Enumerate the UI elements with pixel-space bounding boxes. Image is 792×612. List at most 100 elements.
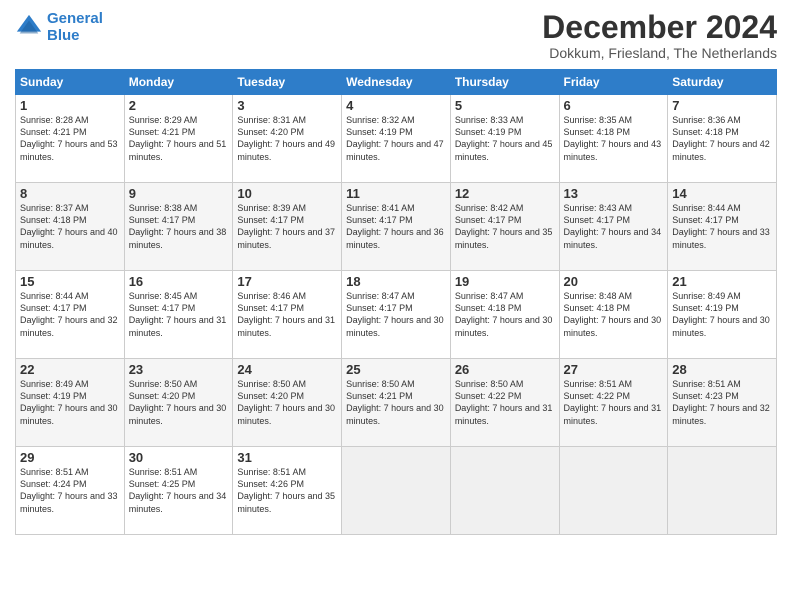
day-number: 13: [564, 186, 664, 201]
table-row: [450, 447, 559, 535]
title-block: December 2024 Dokkum, Friesland, The Net…: [542, 10, 777, 61]
table-row: 2 Sunrise: 8:29 AMSunset: 4:21 PMDayligh…: [124, 95, 233, 183]
cell-info: Sunrise: 8:50 AMSunset: 4:20 PMDaylight:…: [237, 379, 335, 425]
table-row: 4 Sunrise: 8:32 AMSunset: 4:19 PMDayligh…: [342, 95, 451, 183]
logo: General Blue: [15, 10, 103, 45]
header-thursday: Thursday: [450, 70, 559, 95]
table-row: 24 Sunrise: 8:50 AMSunset: 4:20 PMDaylig…: [233, 359, 342, 447]
day-number: 5: [455, 98, 555, 113]
day-number: 27: [564, 362, 664, 377]
day-number: 29: [20, 450, 120, 465]
table-row: 28 Sunrise: 8:51 AMSunset: 4:23 PMDaylig…: [668, 359, 777, 447]
day-number: 20: [564, 274, 664, 289]
calendar-table: Sunday Monday Tuesday Wednesday Thursday…: [15, 69, 777, 535]
table-row: 30 Sunrise: 8:51 AMSunset: 4:25 PMDaylig…: [124, 447, 233, 535]
cell-info: Sunrise: 8:50 AMSunset: 4:22 PMDaylight:…: [455, 379, 553, 425]
day-number: 31: [237, 450, 337, 465]
header-saturday: Saturday: [668, 70, 777, 95]
cell-info: Sunrise: 8:51 AMSunset: 4:24 PMDaylight:…: [20, 467, 118, 513]
cell-info: Sunrise: 8:36 AMSunset: 4:18 PMDaylight:…: [672, 115, 770, 161]
calendar-week-row: 1 Sunrise: 8:28 AMSunset: 4:21 PMDayligh…: [16, 95, 777, 183]
calendar-week-row: 22 Sunrise: 8:49 AMSunset: 4:19 PMDaylig…: [16, 359, 777, 447]
day-number: 19: [455, 274, 555, 289]
day-number: 9: [129, 186, 229, 201]
location-subtitle: Dokkum, Friesland, The Netherlands: [542, 45, 777, 61]
cell-info: Sunrise: 8:43 AMSunset: 4:17 PMDaylight:…: [564, 203, 662, 249]
day-number: 26: [455, 362, 555, 377]
cell-info: Sunrise: 8:33 AMSunset: 4:19 PMDaylight:…: [455, 115, 553, 161]
header-wednesday: Wednesday: [342, 70, 451, 95]
cell-info: Sunrise: 8:48 AMSunset: 4:18 PMDaylight:…: [564, 291, 662, 337]
table-row: 13 Sunrise: 8:43 AMSunset: 4:17 PMDaylig…: [559, 183, 668, 271]
cell-info: Sunrise: 8:31 AMSunset: 4:20 PMDaylight:…: [237, 115, 335, 161]
cell-info: Sunrise: 8:49 AMSunset: 4:19 PMDaylight:…: [20, 379, 118, 425]
table-row: 16 Sunrise: 8:45 AMSunset: 4:17 PMDaylig…: [124, 271, 233, 359]
day-number: 17: [237, 274, 337, 289]
cell-info: Sunrise: 8:47 AMSunset: 4:17 PMDaylight:…: [346, 291, 444, 337]
table-row: 31 Sunrise: 8:51 AMSunset: 4:26 PMDaylig…: [233, 447, 342, 535]
cell-info: Sunrise: 8:50 AMSunset: 4:21 PMDaylight:…: [346, 379, 444, 425]
day-number: 15: [20, 274, 120, 289]
day-number: 16: [129, 274, 229, 289]
day-number: 25: [346, 362, 446, 377]
table-row: 29 Sunrise: 8:51 AMSunset: 4:24 PMDaylig…: [16, 447, 125, 535]
day-number: 2: [129, 98, 229, 113]
table-row: 12 Sunrise: 8:42 AMSunset: 4:17 PMDaylig…: [450, 183, 559, 271]
table-row: [342, 447, 451, 535]
cell-info: Sunrise: 8:29 AMSunset: 4:21 PMDaylight:…: [129, 115, 227, 161]
cell-info: Sunrise: 8:41 AMSunset: 4:17 PMDaylight:…: [346, 203, 444, 249]
table-row: 5 Sunrise: 8:33 AMSunset: 4:19 PMDayligh…: [450, 95, 559, 183]
table-row: 22 Sunrise: 8:49 AMSunset: 4:19 PMDaylig…: [16, 359, 125, 447]
cell-info: Sunrise: 8:44 AMSunset: 4:17 PMDaylight:…: [20, 291, 118, 337]
table-row: 18 Sunrise: 8:47 AMSunset: 4:17 PMDaylig…: [342, 271, 451, 359]
table-row: 9 Sunrise: 8:38 AMSunset: 4:17 PMDayligh…: [124, 183, 233, 271]
cell-info: Sunrise: 8:51 AMSunset: 4:26 PMDaylight:…: [237, 467, 335, 513]
table-row: 8 Sunrise: 8:37 AMSunset: 4:18 PMDayligh…: [16, 183, 125, 271]
day-number: 4: [346, 98, 446, 113]
table-row: 23 Sunrise: 8:50 AMSunset: 4:20 PMDaylig…: [124, 359, 233, 447]
cell-info: Sunrise: 8:42 AMSunset: 4:17 PMDaylight:…: [455, 203, 553, 249]
day-number: 7: [672, 98, 772, 113]
table-row: 14 Sunrise: 8:44 AMSunset: 4:17 PMDaylig…: [668, 183, 777, 271]
table-row: 7 Sunrise: 8:36 AMSunset: 4:18 PMDayligh…: [668, 95, 777, 183]
day-number: 12: [455, 186, 555, 201]
table-row: 15 Sunrise: 8:44 AMSunset: 4:17 PMDaylig…: [16, 271, 125, 359]
page-header: General Blue December 2024 Dokkum, Fries…: [15, 10, 777, 61]
header-friday: Friday: [559, 70, 668, 95]
header-monday: Monday: [124, 70, 233, 95]
day-number: 28: [672, 362, 772, 377]
table-row: 3 Sunrise: 8:31 AMSunset: 4:20 PMDayligh…: [233, 95, 342, 183]
logo-text: General Blue: [47, 10, 103, 45]
cell-info: Sunrise: 8:47 AMSunset: 4:18 PMDaylight:…: [455, 291, 553, 337]
calendar-week-row: 29 Sunrise: 8:51 AMSunset: 4:24 PMDaylig…: [16, 447, 777, 535]
day-number: 11: [346, 186, 446, 201]
day-number: 10: [237, 186, 337, 201]
cell-info: Sunrise: 8:32 AMSunset: 4:19 PMDaylight:…: [346, 115, 444, 161]
table-row: 11 Sunrise: 8:41 AMSunset: 4:17 PMDaylig…: [342, 183, 451, 271]
day-number: 14: [672, 186, 772, 201]
logo-blue: Blue: [47, 27, 103, 44]
calendar-week-row: 15 Sunrise: 8:44 AMSunset: 4:17 PMDaylig…: [16, 271, 777, 359]
table-row: 20 Sunrise: 8:48 AMSunset: 4:18 PMDaylig…: [559, 271, 668, 359]
cell-info: Sunrise: 8:51 AMSunset: 4:25 PMDaylight:…: [129, 467, 227, 513]
cell-info: Sunrise: 8:51 AMSunset: 4:23 PMDaylight:…: [672, 379, 770, 425]
cell-info: Sunrise: 8:45 AMSunset: 4:17 PMDaylight:…: [129, 291, 227, 337]
table-row: 6 Sunrise: 8:35 AMSunset: 4:18 PMDayligh…: [559, 95, 668, 183]
cell-info: Sunrise: 8:51 AMSunset: 4:22 PMDaylight:…: [564, 379, 662, 425]
table-row: [668, 447, 777, 535]
cell-info: Sunrise: 8:50 AMSunset: 4:20 PMDaylight:…: [129, 379, 227, 425]
header-sunday: Sunday: [16, 70, 125, 95]
day-number: 24: [237, 362, 337, 377]
cell-info: Sunrise: 8:28 AMSunset: 4:21 PMDaylight:…: [20, 115, 118, 161]
logo-icon: [15, 13, 43, 41]
month-title: December 2024: [542, 10, 777, 45]
table-row: 25 Sunrise: 8:50 AMSunset: 4:21 PMDaylig…: [342, 359, 451, 447]
calendar-week-row: 8 Sunrise: 8:37 AMSunset: 4:18 PMDayligh…: [16, 183, 777, 271]
table-row: 17 Sunrise: 8:46 AMSunset: 4:17 PMDaylig…: [233, 271, 342, 359]
logo-general: General: [47, 10, 103, 27]
table-row: 27 Sunrise: 8:51 AMSunset: 4:22 PMDaylig…: [559, 359, 668, 447]
day-number: 6: [564, 98, 664, 113]
cell-info: Sunrise: 8:35 AMSunset: 4:18 PMDaylight:…: [564, 115, 662, 161]
table-row: 19 Sunrise: 8:47 AMSunset: 4:18 PMDaylig…: [450, 271, 559, 359]
day-number: 21: [672, 274, 772, 289]
